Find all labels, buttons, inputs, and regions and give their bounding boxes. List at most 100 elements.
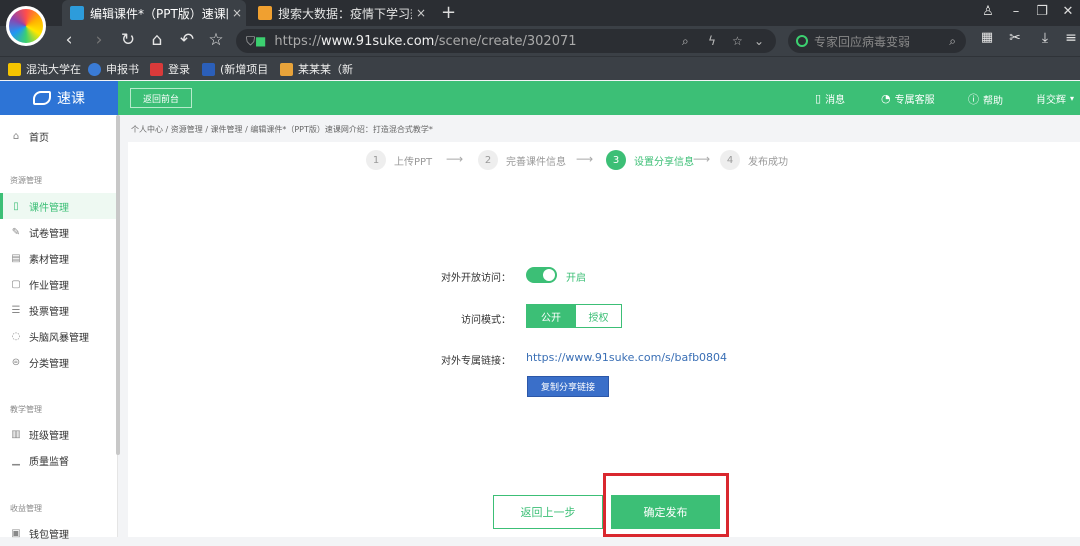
user-menu[interactable]: 肖交辉 ▾: [1036, 91, 1074, 106]
scissors-icon[interactable]: ✂: [1004, 30, 1026, 46]
material-icon: ▤: [11, 252, 21, 264]
sidebar-group-title: 教学管理: [10, 405, 42, 414]
bookmark-item[interactable]: 某某某（新: [280, 61, 353, 77]
bookmark-icon: [280, 62, 293, 76]
menu-icon[interactable]: ≡: [1060, 30, 1080, 46]
bookmark-item[interactable]: (新增项目: [202, 61, 268, 77]
sidebar-item-vote[interactable]: ☰ 投票管理: [0, 297, 118, 323]
sidebar-item-brainstorm[interactable]: ◌ 头脑风暴管理: [0, 323, 118, 349]
share-link[interactable]: https://www.91suke.com/s/bafb0804: [526, 351, 727, 364]
search-input[interactable]: 专家回应病毒变弱 ⌕: [788, 29, 966, 53]
customer-service-link[interactable]: ◔ 专属客服: [881, 91, 935, 106]
chart-icon: ▁: [12, 454, 20, 466]
access-mode-label: 访问模式：: [461, 315, 511, 326]
red-highlight-annotation: [603, 473, 729, 537]
minimize-icon[interactable]: –: [1006, 4, 1026, 19]
open-access-toggle[interactable]: [526, 267, 557, 283]
address-bar[interactable]: ⛉ ■ https://www.91suke.com/scene/create/…: [236, 29, 776, 53]
vote-icon: ☰: [11, 304, 21, 316]
new-tab-button[interactable]: +: [441, 2, 456, 23]
search-icon[interactable]: ⌕: [949, 34, 956, 49]
suke-favicon-icon: [70, 6, 84, 20]
tab-edit-courseware[interactable]: 编辑课件*（PPT版）速课网介 ×: [62, 0, 246, 26]
copy-share-link-button[interactable]: 复制分享链接: [527, 376, 609, 397]
back-to-frontend-button[interactable]: 返回前台: [130, 88, 192, 108]
share-link-label: 对外专属链接：: [441, 356, 511, 367]
step-share-settings: 3 设置分享信息: [606, 150, 694, 170]
search-favicon-icon: [258, 6, 272, 20]
home-icon: ⌂: [12, 130, 20, 142]
arrow-right-icon: ⟶: [446, 152, 464, 166]
mode-public-button[interactable]: 公开: [526, 304, 576, 328]
mode-authorized-button[interactable]: 授权: [575, 304, 622, 328]
toggle-knob: [543, 269, 555, 281]
suke-logo-icon: [33, 91, 51, 105]
sidebar-item-wallet[interactable]: ▣ 钱包管理: [0, 520, 118, 546]
sidebar-item-courseware[interactable]: ▯ 课件管理: [0, 193, 118, 219]
close-window-icon[interactable]: ✕: [1058, 4, 1078, 19]
sidebar-item-material[interactable]: ▤ 素材管理: [0, 245, 118, 271]
lightning-icon[interactable]: ϟ: [708, 34, 716, 48]
undo-icon[interactable]: ↶: [176, 30, 198, 50]
browser-nav-bar: ‹ › ↻ ⌂ ↶ ☆ ⛉ ■ https://www.91suke.com/s…: [0, 26, 1080, 56]
step-upload: 1 上传PPT: [366, 150, 432, 170]
sidebar-group-title: 收益管理: [10, 504, 42, 513]
sidebar-group-title: 资源管理: [10, 176, 42, 185]
back-icon[interactable]: ‹: [58, 30, 80, 50]
bookmark-item[interactable]: 登录: [150, 61, 190, 77]
headset-icon: ◔: [881, 92, 891, 105]
reload-icon[interactable]: ↻: [117, 30, 139, 50]
chevron-down-icon[interactable]: ⌄: [754, 34, 764, 48]
sidebar-item-home[interactable]: ⌂ 首页: [0, 123, 118, 149]
home-icon[interactable]: ⌂: [146, 30, 168, 50]
word-icon: [202, 62, 215, 76]
bookmark-icon: [88, 62, 101, 76]
logo-text: 速课: [57, 91, 85, 107]
arrow-right-icon: ⟶: [693, 152, 711, 166]
open-access-state: 开启: [566, 273, 586, 284]
download-icon[interactable]: ⤓: [1034, 30, 1056, 46]
sidebar-item-class[interactable]: ▥ 班级管理: [0, 421, 118, 447]
brainstorm-icon: ◌: [11, 330, 21, 342]
forward-icon[interactable]: ›: [88, 30, 110, 50]
exam-icon: ✎: [11, 226, 21, 238]
sidebar-item-homework[interactable]: ▢ 作业管理: [0, 271, 118, 297]
lock-icon: ■: [255, 34, 267, 48]
category-icon: ⊜: [11, 356, 21, 368]
sidebar-item-quality[interactable]: ▁ 质量监督: [0, 447, 118, 473]
restore-icon[interactable]: ❐: [1032, 4, 1052, 19]
bookmark-item[interactable]: 混沌大学在: [8, 61, 81, 77]
search-icon[interactable]: ⌕: [682, 34, 689, 49]
bookmark-item[interactable]: 申报书: [88, 61, 139, 77]
star-icon[interactable]: ☆: [205, 30, 227, 50]
sidebar: ⌂ 首页 资源管理 ▯ 课件管理 ✎ 试卷管理 ▤ 素材管理 ▢ 作业管理 ☰ 投票管理 ◌…: [0, 115, 118, 541]
messages-link[interactable]: ▯ 消息: [815, 91, 845, 106]
tab-title: 搜索大数据：疫情下学习热度: [278, 6, 412, 21]
skin-icon[interactable]: ♙: [978, 4, 998, 19]
sidebar-scrollbar[interactable]: [116, 115, 120, 455]
sidebar-item-category[interactable]: ⊜ 分类管理: [0, 349, 118, 375]
url-text[interactable]: https://www.91suke.com/scene/create/3020…: [274, 34, 576, 49]
sidebar-item-exam[interactable]: ✎ 试卷管理: [0, 219, 118, 245]
phone-icon: ▯: [13, 200, 19, 212]
close-icon[interactable]: ×: [228, 6, 246, 20]
bookmarks-bar: 混沌大学在 申报书 登录 (新增项目 某某某（新: [0, 56, 1080, 80]
breadcrumb: 个人中心 / 资源管理 / 课件管理 / 编辑课件*（PPT版）速课网介绍：打造…: [131, 125, 433, 134]
bookmark-icon: [150, 62, 163, 76]
close-icon[interactable]: ×: [412, 6, 430, 20]
apps-icon[interactable]: ▦: [976, 30, 998, 45]
step-complete-info: 2 完善课件信息: [478, 150, 566, 170]
shield-icon: ⛉: [246, 33, 256, 48]
browser-logo-icon[interactable]: [6, 6, 46, 46]
help-link[interactable]: ⓘ 帮助: [968, 91, 1003, 107]
previous-step-button[interactable]: 返回上一步: [493, 495, 603, 529]
tab-search-bigdata[interactable]: 搜索大数据：疫情下学习热度 ×: [250, 0, 430, 26]
search-placeholder: 专家回应病毒变弱: [814, 34, 911, 49]
app-logo[interactable]: 速课: [0, 81, 118, 115]
bookmark-icon: [8, 62, 21, 76]
browser-tab-bar: 编辑课件*（PPT版）速课网介 × 搜索大数据：疫情下学习热度 × + ♙ – …: [0, 0, 1080, 26]
search-engine-icon: [796, 35, 808, 47]
tab-title: 编辑课件*（PPT版）速课网介: [90, 6, 228, 21]
app-header: 速课 返回前台 ▯ 消息 ◔ 专属客服 ⓘ 帮助 肖交辉 ▾: [0, 81, 1080, 115]
bookmark-star-icon[interactable]: ☆: [732, 34, 743, 48]
